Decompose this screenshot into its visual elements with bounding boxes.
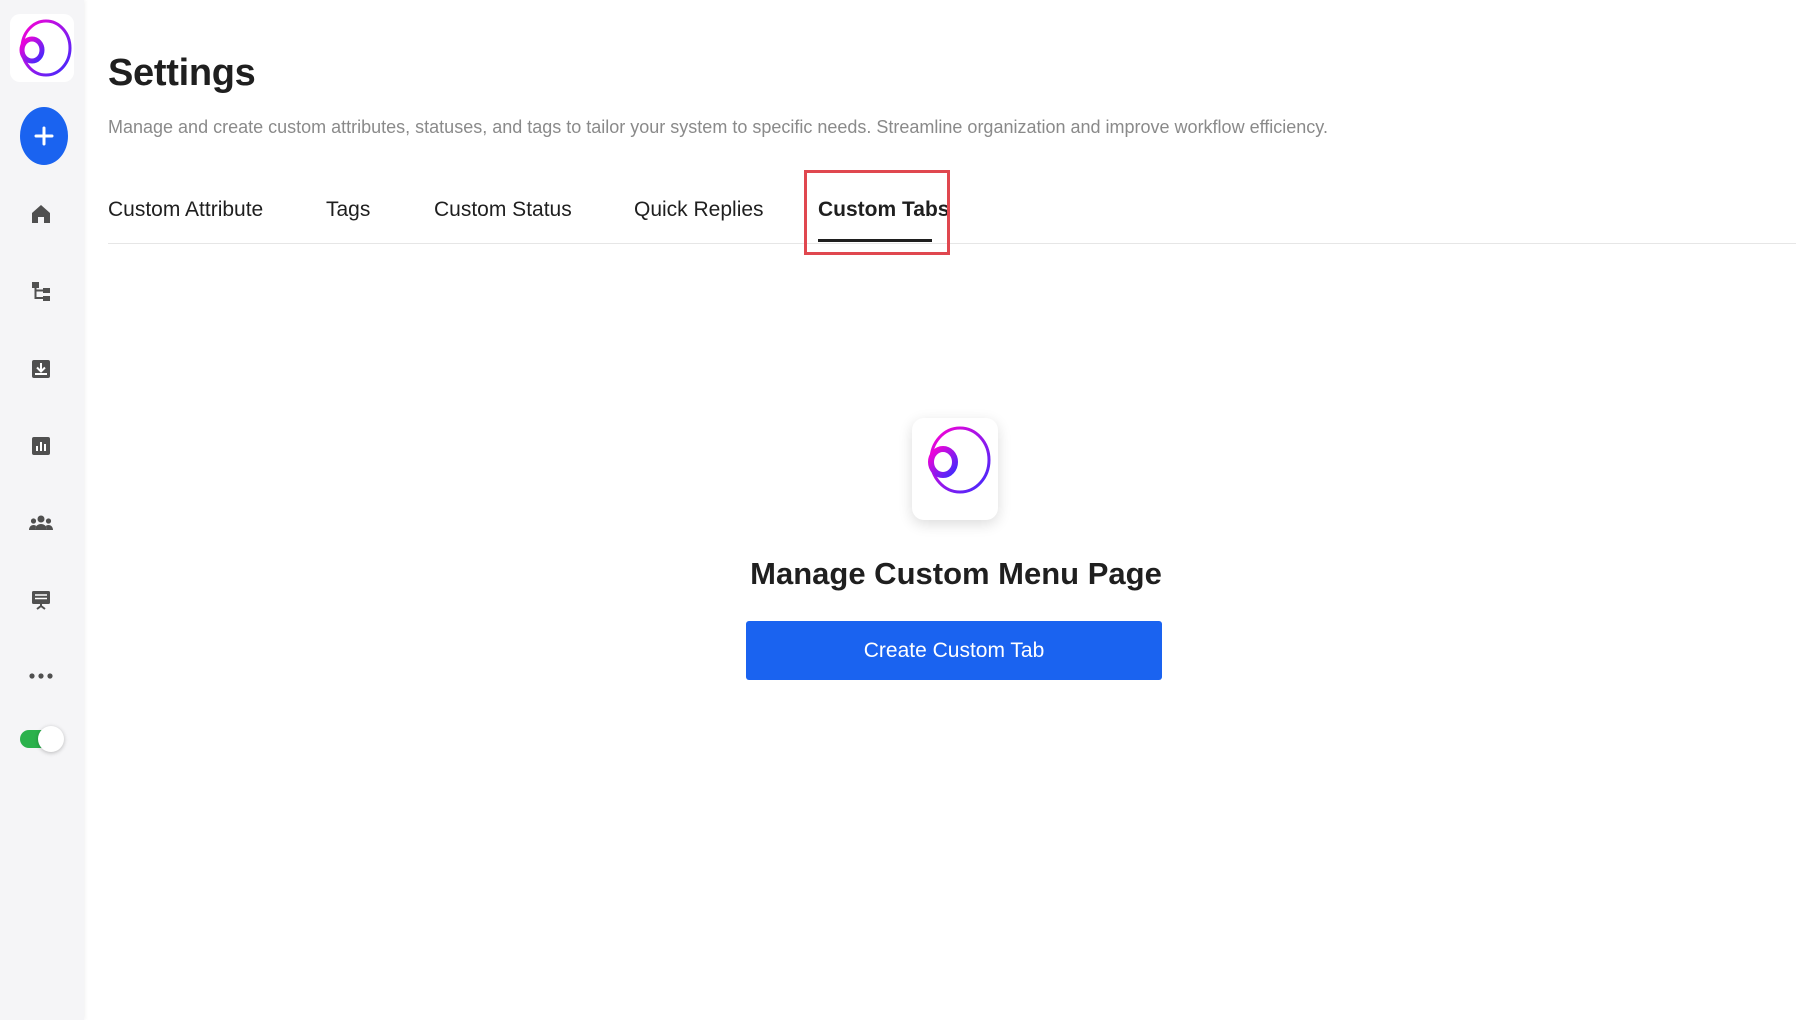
sidebar-item-home[interactable] (22, 195, 60, 233)
analytics-icon (32, 437, 50, 455)
sidebar-item-inbox[interactable] (22, 350, 60, 388)
add-button[interactable] (20, 107, 68, 165)
settings-tabs: Custom Attribute Tags Custom Status Quic… (108, 170, 1796, 255)
empty-state-heading: Manage Custom Menu Page (750, 556, 1162, 591)
theme-toggle[interactable] (20, 726, 64, 752)
sidebar-item-more[interactable] (22, 657, 60, 695)
sidebar-item-broadcast[interactable] (22, 581, 60, 619)
sidebar-item-analytics[interactable] (22, 427, 60, 465)
app-logo[interactable] (10, 14, 74, 82)
sidebar-item-workflow[interactable] (22, 272, 60, 310)
page-subtitle: Manage and create custom attributes, sta… (108, 117, 1328, 137)
inbox-download-icon (32, 360, 50, 378)
sidebar (0, 0, 84, 1020)
sidebar-item-contacts[interactable] (22, 504, 60, 542)
page-title: Settings (108, 52, 256, 94)
tab-tags[interactable]: Tags (326, 198, 370, 222)
more-icon (29, 673, 53, 679)
logo-icon (928, 426, 991, 494)
create-custom-tab-button[interactable]: Create Custom Tab (746, 621, 1162, 680)
toggle-knob (38, 726, 64, 752)
empty-state-logo (912, 418, 998, 520)
tab-custom-status[interactable]: Custom Status (434, 198, 572, 222)
home-icon (32, 205, 50, 223)
tab-custom-attribute[interactable]: Custom Attribute (108, 198, 263, 222)
plus-icon (34, 126, 54, 146)
workflow-icon (32, 282, 50, 301)
tab-quick-replies[interactable]: Quick Replies (634, 198, 764, 222)
active-tab-indicator (818, 239, 932, 242)
contacts-group-icon (29, 515, 53, 530)
tab-custom-tabs[interactable]: Custom Tabs (818, 198, 949, 222)
logo-icon (19, 19, 72, 77)
broadcast-icon (32, 591, 50, 610)
